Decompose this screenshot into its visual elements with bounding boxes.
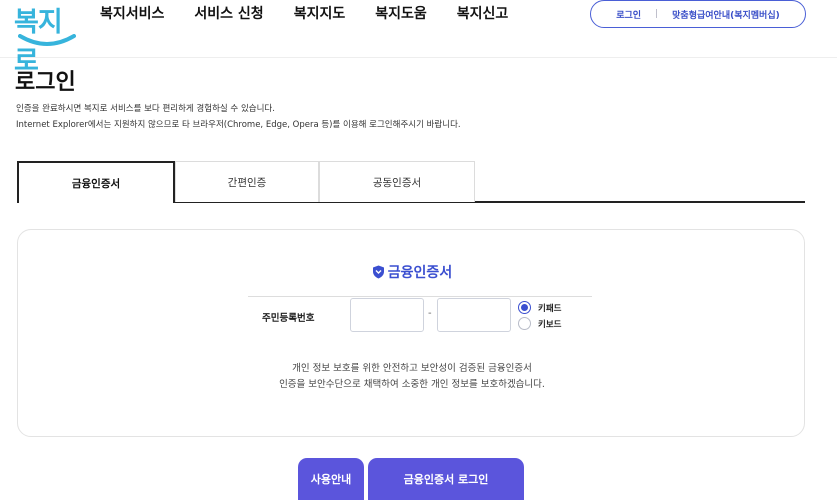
- shield-icon: [372, 265, 384, 279]
- rrn-second-input[interactable]: [437, 298, 511, 332]
- login-method-tabs: 금융인증서 간편인증 공동인증서: [17, 161, 805, 203]
- financial-cert-login-button[interactable]: 금융인증서 로그인: [368, 458, 524, 500]
- util-login-link[interactable]: 로그인: [616, 8, 641, 21]
- keypad-radio[interactable]: [518, 301, 531, 314]
- nav-welfare-help[interactable]: 복지도움: [375, 4, 427, 24]
- panel-divider: [248, 296, 592, 297]
- util-separator: |: [655, 9, 659, 19]
- keypad-option[interactable]: 키패드: [518, 301, 561, 314]
- security-notice-line1: 개인 정보 보호를 위한 안전하고 보안성이 검증된 금융인증서: [292, 363, 532, 374]
- security-notice-line2: 인증을 보안수단으로 채택하여 소중한 개인 정보를 보호하겠습니다.: [279, 379, 545, 390]
- keyboard-label: 키보드: [538, 319, 562, 330]
- financial-cert-panel: 금융인증서 주민등록번호 - 키패드 키보드 개인 정보 보호를 위한 안전하고…: [17, 229, 805, 437]
- main-nav: 복지서비스 서비스 신청 복지지도 복지도움 복지신고: [100, 4, 538, 24]
- page-description: 인증을 완료하시면 복지로 서비스를 보다 편리하게 경험하실 수 있습니다.: [16, 104, 275, 114]
- rrn-first-input[interactable]: [350, 298, 424, 332]
- util-membership-link[interactable]: 맞춤형급여안내(복지멤버십): [672, 8, 780, 21]
- tab-simple-auth[interactable]: 간편인증: [175, 161, 319, 202]
- site-header: 복지로 복지서비스 서비스 신청 복지지도 복지도움 복지신고 로그인 | 맞춤…: [0, 0, 837, 77]
- browser-notice: Internet Explorer에서는 지원하지 않으므로 타 브라우저(Ch…: [16, 120, 461, 130]
- panel-title: 금융인증서: [18, 262, 806, 282]
- nav-service-apply[interactable]: 서비스 신청: [194, 4, 263, 24]
- keyboard-radio[interactable]: [518, 317, 531, 330]
- nav-welfare-map[interactable]: 복지지도: [294, 4, 346, 24]
- keyboard-option[interactable]: 키보드: [518, 317, 561, 330]
- nav-welfare-report[interactable]: 복지신고: [457, 4, 509, 24]
- page-title: 로그인: [15, 70, 76, 95]
- tab-financial-cert[interactable]: 금융인증서: [17, 161, 175, 203]
- nav-welfare-service[interactable]: 복지서비스: [100, 4, 164, 24]
- util-menu: 로그인 | 맞춤형급여안내(복지멤버십): [590, 0, 806, 28]
- logo-smile-icon: [18, 34, 76, 46]
- keypad-label: 키패드: [538, 303, 562, 314]
- usage-guide-button[interactable]: 사용안내: [298, 458, 364, 500]
- rrn-label: 주민등록번호: [262, 313, 315, 324]
- rrn-separator: -: [428, 308, 432, 319]
- panel-title-text: 금융인증서: [387, 265, 453, 281]
- tab-joint-cert[interactable]: 공동인증서: [319, 161, 475, 202]
- bokjiro-logo[interactable]: 복지로: [14, 0, 76, 77]
